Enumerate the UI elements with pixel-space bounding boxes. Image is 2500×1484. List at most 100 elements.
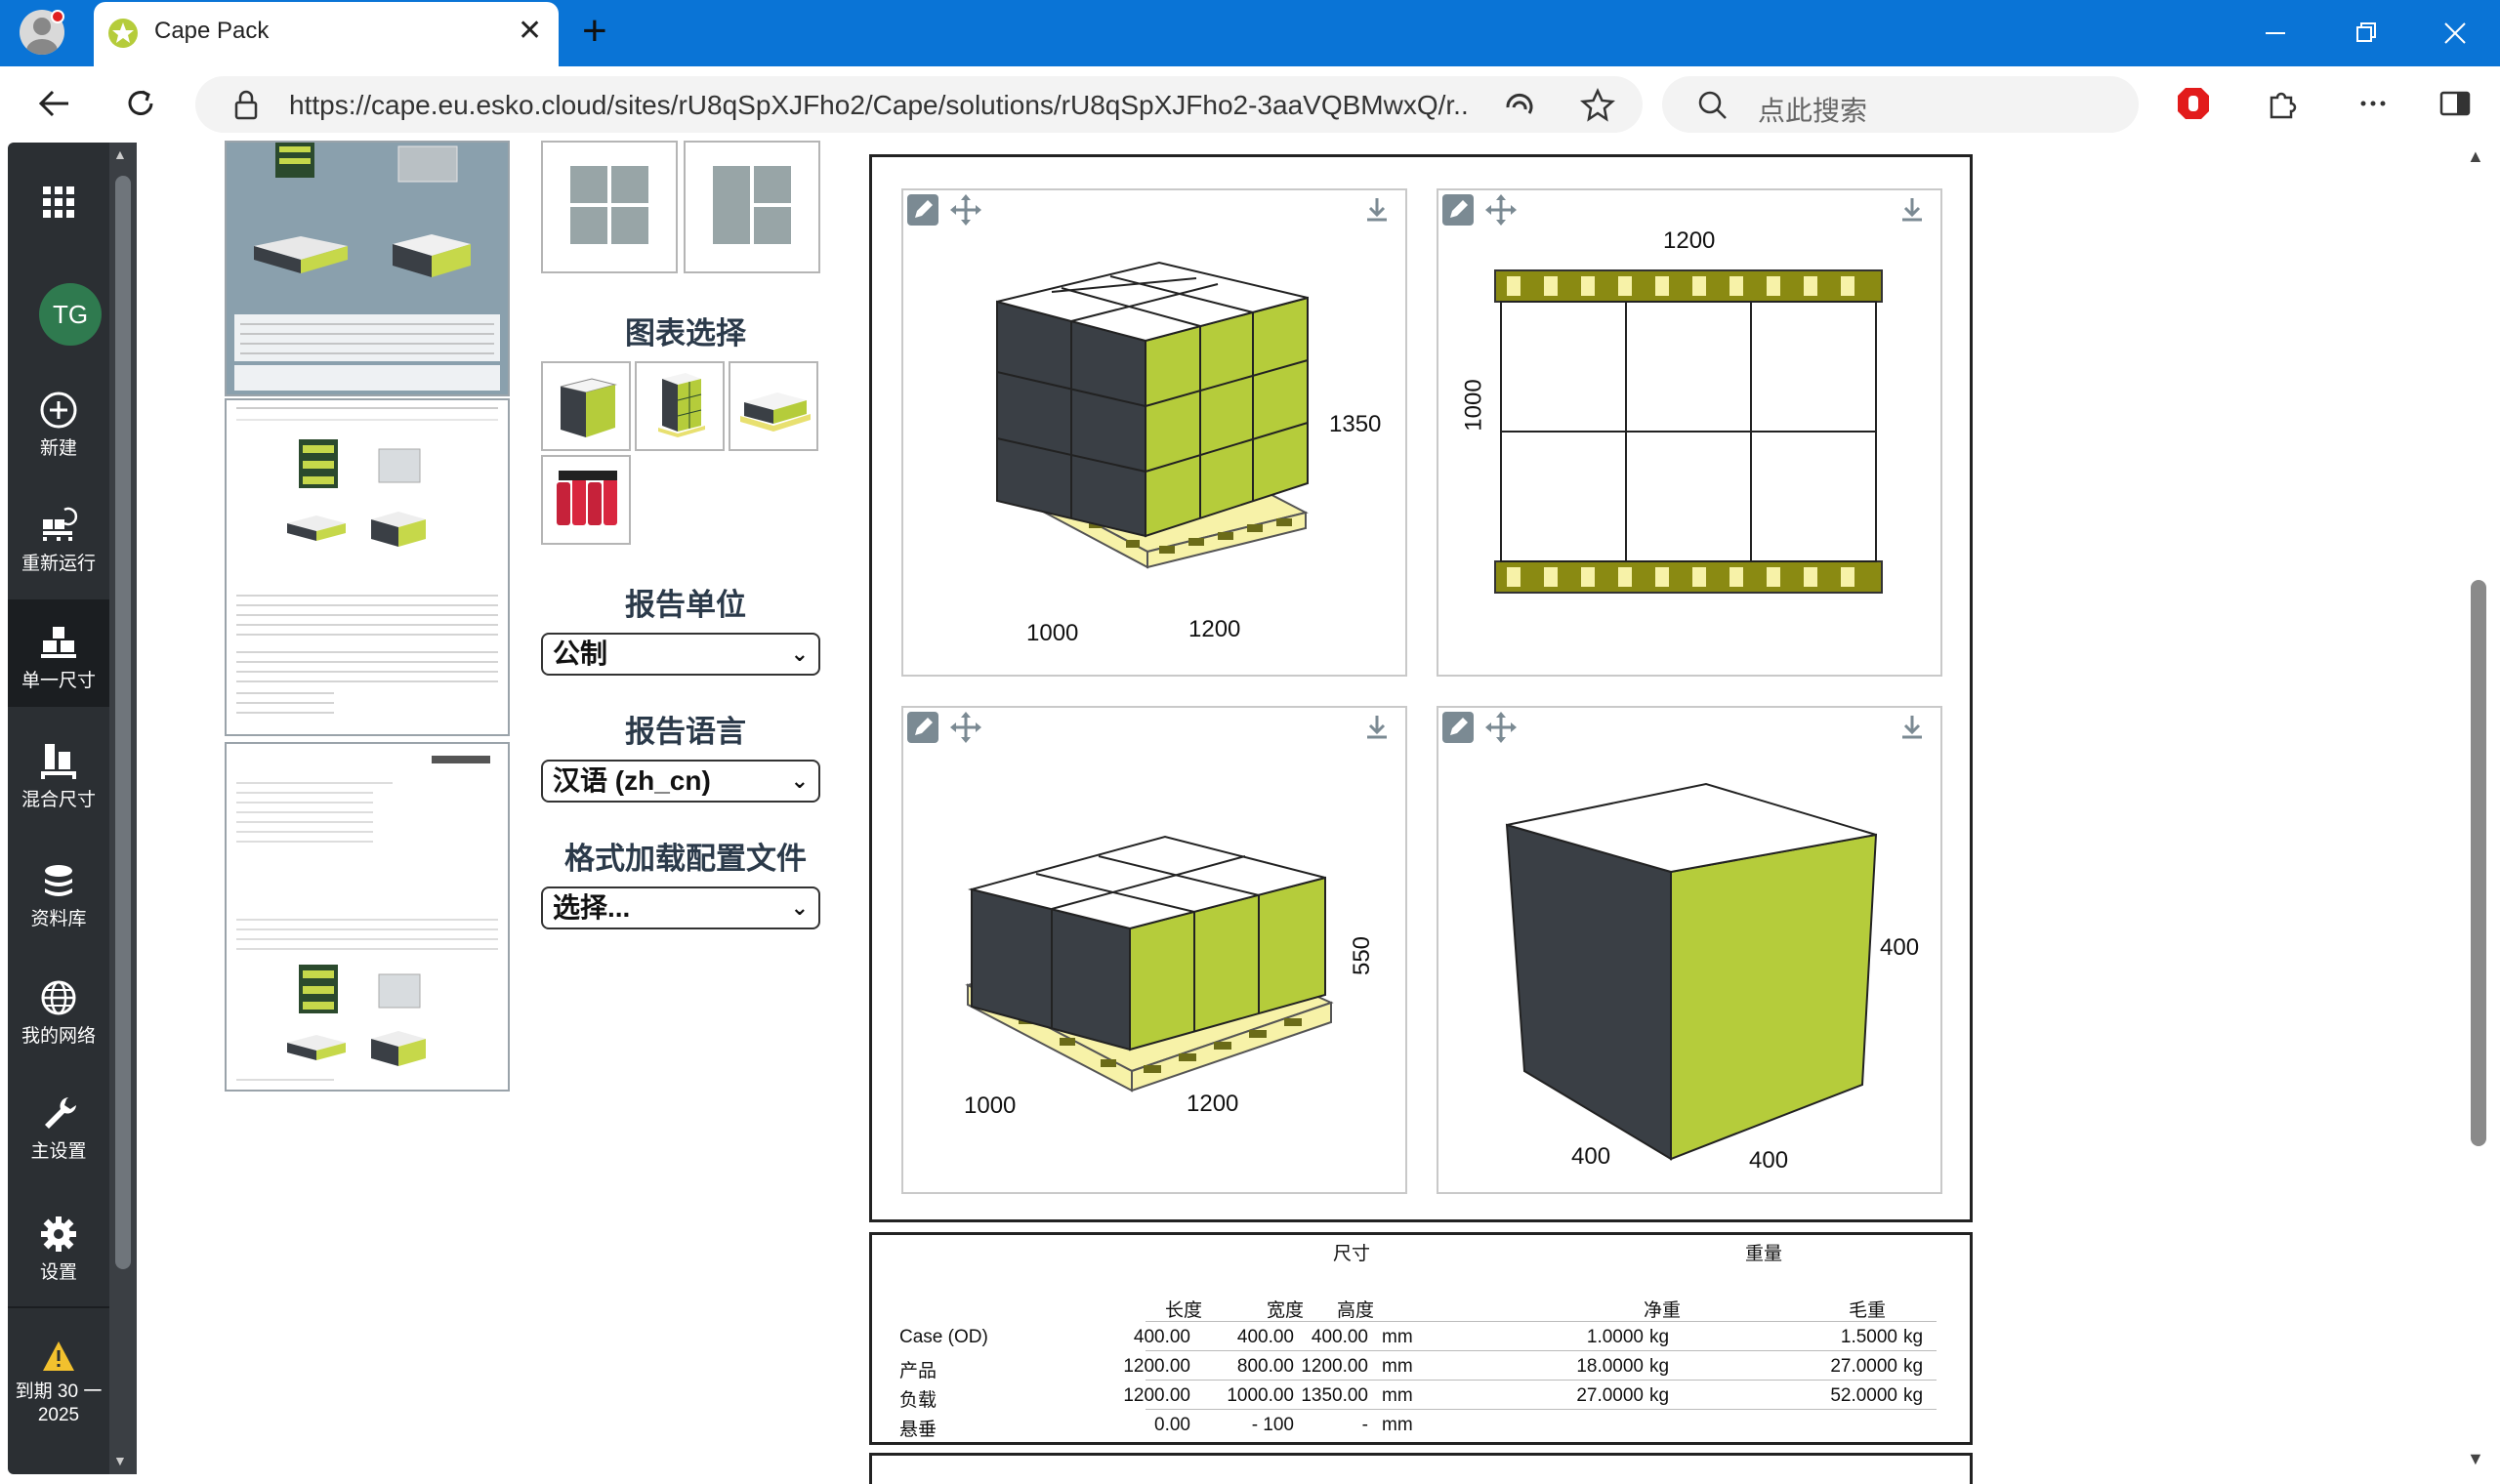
nav-settings[interactable]: 设置 [8,1215,109,1293]
diagram-pallet-load[interactable]: 1000 1200 1350 [901,188,1407,677]
profile-notification-dot [51,10,64,23]
close-window-icon[interactable] [2436,14,2475,53]
nav-master-settings[interactable]: 主设置 [8,1093,109,1172]
nav-library[interactable]: 资料库 [8,861,109,939]
search-box[interactable] [1662,76,2139,133]
report-page-thumb-2[interactable] [225,398,510,736]
row-unit-mm: mm [1382,1327,1413,1347]
chevron-down-icon: ⌄ [790,895,809,920]
row-divider [1146,1409,1937,1410]
next-section-panel [869,1453,1973,1484]
sidebar-scroll-up-icon[interactable]: ▲ [113,146,127,162]
nav-my-network[interactable]: 我的网络 [8,978,109,1056]
d3-height-label: 550 [1349,935,1376,976]
nav-new[interactable]: 新建 [8,391,109,469]
row-unit-kg: kg [1903,1327,1924,1347]
scroll-up-arrow-icon[interactable]: ▲ [2467,146,2484,167]
d2-side-label: 1000 [1460,379,1487,432]
report-language-title: 报告语言 [625,715,746,749]
more-menu-icon[interactable] [2354,84,2393,123]
diagram-option-product[interactable] [541,455,631,545]
apps-grid-icon[interactable] [8,186,109,234]
row-length: 0.00 [1154,1415,1190,1435]
diagram-option-pallet-load[interactable] [635,361,725,451]
lock-icon[interactable] [227,86,266,125]
globe-icon [41,980,76,1015]
adblock-extension-icon[interactable] [2174,84,2213,123]
report-page-thumb-3[interactable] [225,742,510,1092]
scroll-down-arrow-icon[interactable]: ▼ [2467,1449,2484,1469]
cape-pack-favicon-icon [107,18,139,49]
group-header-dims: 尺寸 [1333,1244,1371,1264]
group-header-weight: 重量 [1745,1244,1783,1264]
report-language-select[interactable]: 汉语 (zh_cn) ⌄ [541,760,820,803]
d4-length-label: 400 [1749,1147,1789,1174]
diagram-option-case[interactable] [541,361,631,451]
report-unit-select[interactable]: 公制 ⌄ [541,633,820,676]
nav-divider [8,1306,109,1308]
extensions-puzzle-icon[interactable] [2262,84,2301,123]
nav-mixed-size[interactable]: 混合尺寸 [8,742,109,820]
diagram-option-layer[interactable] [729,361,818,451]
nav-single-size[interactable]: 单一尺寸 [8,599,109,707]
nav-new-label: 新建 [39,438,77,459]
sidebar-toggle-icon[interactable] [2436,84,2475,123]
back-icon[interactable] [35,84,74,123]
row-unit-kg: kg [1649,1327,1670,1347]
row-divider [1146,1350,1937,1351]
search-placeholder: 点此搜索 [1758,96,1868,126]
diagram-case[interactable]: 400 400 400 [1437,706,1942,1194]
nav-single-size-label: 单一尺寸 [21,671,96,691]
layout-option-2x2[interactable] [541,141,678,273]
row-name: Case (OD) [899,1327,988,1347]
sidebar-scrollbar-thumb[interactable] [115,176,131,1269]
format-profile-title: 格式加载配置文件 [564,842,807,876]
nav-mixed-size-label: 混合尺寸 [21,790,96,810]
report-language-value: 汉语 (zh_cn) [553,765,711,796]
search-icon[interactable] [1693,86,1732,125]
row-name: 悬垂 [899,1420,938,1440]
row-net: 27.0000 [1576,1385,1644,1406]
user-avatar[interactable]: TG [39,283,102,346]
d4-width-label: 400 [1571,1143,1611,1170]
diagram-top-view[interactable]: 1200 1000 [1437,188,1942,677]
page-scrollbar-thumb[interactable] [2471,580,2486,1146]
restore-icon[interactable] [2346,14,2385,53]
row-height: 400.00 [1311,1327,1368,1347]
minimize-icon[interactable] [2256,14,2295,53]
read-aloud-icon[interactable] [1500,86,1539,125]
report-page-thumbnails [225,141,510,1092]
report-unit-value: 公制 [553,639,608,669]
single-size-pallet-icon [41,627,76,658]
refresh-icon[interactable] [121,84,160,123]
chart-select-title: 图表选择 [625,316,746,350]
diagrams-panel: 1000 1200 1350 1200 1000 1000 1200 550 4… [869,154,1973,1222]
dimensions-table: 尺寸 重量 长度 宽度 高度 净重 毛重 Case (OD) 400.00 40… [869,1232,1973,1445]
d2-top-label: 1200 [1663,227,1716,254]
tab-close-icon[interactable]: ✕ [518,16,542,47]
row-length: 1200.00 [1123,1385,1190,1406]
report-page-thumb-1[interactable] [225,141,510,396]
row-unit-mm: mm [1382,1385,1413,1406]
d1-width-label: 1000 [1026,620,1079,646]
d4-height-label: 400 [1880,934,1920,961]
license-expiry-warning[interactable]: 到期 30 一 2025 [8,1340,109,1437]
header-divider [1146,1321,1937,1322]
title-bar: Cape Pack ✕ + [0,0,2500,66]
warning-triangle-icon [43,1341,74,1371]
sidebar-scroll-down-icon[interactable]: ▼ [113,1453,127,1468]
expiry-line2: 2025 [37,1405,80,1425]
chevron-down-icon: ⌄ [790,768,809,793]
favorite-star-icon[interactable] [1578,86,1617,125]
new-tab-icon[interactable]: + [582,10,607,53]
browser-toolbar: https://cape.eu.esko.cloud/sites/rU8qSpX… [0,66,2500,141]
gear-icon [41,1216,76,1252]
row-gross: 1.5000 [1840,1327,1897,1347]
layout-option-mixed[interactable] [684,141,820,273]
format-profile-select[interactable]: 选择... ⌄ [541,886,820,929]
diagram-layer[interactable]: 1000 1200 550 [901,706,1407,1194]
row-name: 负载 [899,1390,938,1411]
nav-rerun[interactable]: 重新运行 [8,506,109,584]
wrench-icon [45,1097,76,1129]
row-unit-kg: kg [1903,1385,1924,1406]
